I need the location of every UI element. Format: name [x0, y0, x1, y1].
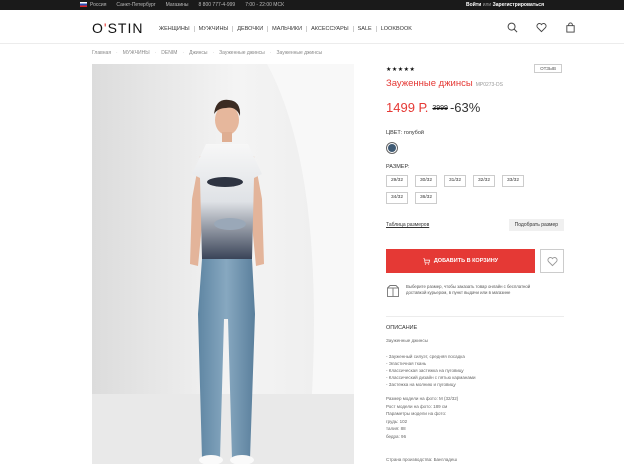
crumb-separator: · — [116, 50, 118, 56]
nav-item-sale[interactable]: SALE — [354, 26, 377, 32]
heart-icon[interactable] — [536, 22, 547, 33]
add-to-cart-button[interactable]: ДОБАВИТЬ В КОРЗИНУ — [386, 249, 535, 273]
divider — [386, 316, 564, 317]
size-option[interactable]: 32/32 — [473, 175, 495, 187]
crumb-skinny-jeans[interactable]: Зауженные джинсы — [219, 50, 265, 56]
list-item: - Классическая застежка на пуговицу — [386, 368, 464, 373]
model-params: Размер модели на фото: M (32/32) Рост мо… — [386, 395, 458, 440]
region-label: Россия — [90, 2, 107, 8]
brand-logo[interactable]: O'STIN — [92, 20, 143, 36]
country-of-origin: Страна производства: Бангладеш — [386, 457, 457, 462]
add-to-favorites-button[interactable] — [540, 249, 564, 273]
crumb-denim[interactable]: DENIM — [161, 50, 177, 56]
discount-label: -63% — [449, 100, 481, 115]
breadcrumb: Главная · МУЖЧИНЫ · DENIM · Джинсы · Зауженн… — [92, 50, 322, 56]
size-option[interactable]: 31/32 — [444, 175, 466, 187]
list-item: - Застежка на молнию и пуговицу — [386, 382, 456, 387]
top-bar: Россия Санкт-Петербург Магазины 8 800 77… — [0, 0, 624, 10]
stores-link[interactable]: Магазины — [166, 0, 189, 10]
crumb-current: Зауженные джинсы — [276, 50, 323, 56]
param-line: Параметры модели на фото: — [386, 411, 447, 416]
feature-list: - Зауженный силуэт, средняя посадка - Эл… — [386, 353, 475, 388]
rating-stars[interactable]: ★★★★★ — [386, 66, 415, 73]
price-block: 1499 Р. 3999 -63% — [386, 100, 480, 115]
old-price: 3999 — [432, 105, 448, 112]
add-to-cart-label: ДОБАВИТЬ В КОРЗИНУ — [433, 258, 499, 264]
color-label: ЦВЕТ: голубой — [386, 130, 424, 136]
list-item: - Зауженный силуэт, средняя посадка — [386, 354, 465, 359]
size-table-link[interactable]: Таблица размеров — [386, 222, 429, 228]
site-header: O'STIN ЖЕНЩИНЫ МУЖЧИНЫ ДЕВОЧКИ МАЛЬЧИКИ … — [0, 10, 624, 44]
city-selector[interactable]: Санкт-Петербург — [116, 0, 155, 10]
main-nav: ЖЕНЩИНЫ МУЖЧИНЫ ДЕВОЧКИ МАЛЬЧИКИ АКСЕССУ… — [155, 26, 416, 32]
param-line: Рост модели на фото: 189 см — [386, 403, 448, 409]
size-label: РАЗМЕР: — [386, 164, 410, 170]
region-selector[interactable]: Россия — [80, 0, 106, 10]
crumb-separator: · — [269, 50, 272, 56]
nav-item-boys[interactable]: МАЛЬЧИКИ — [268, 26, 308, 32]
product-name: Зауженные джинсы — [386, 78, 473, 89]
size-option[interactable]: 34/32 — [386, 192, 408, 204]
crumb-home[interactable]: Главная — [92, 50, 111, 56]
auth-links: Войти или Зарегистрироваться — [466, 0, 544, 10]
size-option[interactable]: 29/32 — [386, 175, 408, 187]
model-illustration — [92, 64, 354, 464]
logo-text: STIN — [107, 20, 144, 36]
login-link[interactable]: Войти — [466, 2, 481, 8]
param-line: Размер модели на фото: M (32/32) — [386, 396, 459, 401]
product-title: Зауженные джинсы MP0273-DS — [386, 78, 503, 89]
top-bar-left: Россия Санкт-Петербург Магазины 8 800 77… — [80, 0, 284, 10]
pick-size-button[interactable]: Подобрать размер — [508, 219, 564, 231]
work-hours: 7:00 - 22:00 МСК — [245, 2, 284, 8]
size-option[interactable]: 33/32 — [502, 175, 524, 187]
color-swatch[interactable] — [386, 142, 398, 154]
delivery-info: Выберите размер, чтобы заказать товар он… — [386, 284, 546, 298]
phone-number: 8 800 777-4-999 — [198, 2, 236, 8]
crumb-separator: · — [212, 50, 215, 56]
description-product-name: Зауженные джинсы — [386, 338, 428, 343]
nav-item-women[interactable]: ЖЕНЩИНЫ — [155, 26, 195, 32]
heart-icon — [546, 256, 558, 266]
crumb-separator: · — [182, 50, 185, 56]
search-icon[interactable] — [507, 22, 518, 33]
or-text: или — [482, 2, 492, 8]
nav-item-accessories[interactable]: АКСЕССУАРЫ — [307, 26, 354, 32]
delivery-info-text: Выберите размер, чтобы заказать товар он… — [406, 284, 531, 295]
nav-item-lookbook[interactable]: LOOKBOOK — [377, 26, 416, 32]
box-icon — [387, 285, 399, 297]
crumb-men[interactable]: МУЖЧИНЫ — [123, 50, 150, 56]
description-heading: ОПИСАНИЕ — [386, 325, 418, 331]
list-item: - Эластичная ткань — [386, 361, 427, 366]
crumb-jeans[interactable]: Джинсы — [189, 50, 207, 56]
cart-icon — [423, 257, 430, 265]
current-price: 1499 Р. — [386, 100, 429, 115]
bag-icon[interactable] — [565, 22, 576, 33]
param-line: бедра: 96 — [386, 433, 407, 439]
register-link[interactable]: Зарегистрироваться — [493, 2, 544, 8]
logo-letter: O — [92, 20, 104, 36]
param-line: грудь: 102 — [386, 418, 408, 424]
swatch-fill — [388, 144, 396, 152]
crumb-separator: · — [154, 50, 157, 56]
size-options: 29/32 30/32 31/32 32/32 33/32 34/32 36/3… — [386, 175, 536, 204]
list-item: - Классический дизайн с пятью карманами — [386, 375, 476, 380]
header-icons — [507, 22, 576, 33]
nav-item-girls[interactable]: ДЕВОЧКИ — [233, 26, 269, 32]
nav-item-men[interactable]: МУЖЧИНЫ — [195, 26, 234, 32]
product-photo[interactable] — [92, 64, 354, 464]
reviews-badge[interactable]: ОТЗЫВ — [534, 64, 562, 73]
size-option[interactable]: 36/32 — [415, 192, 437, 204]
size-option[interactable]: 30/32 — [415, 175, 437, 187]
flag-icon — [80, 2, 87, 8]
product-sku: MP0273-DS — [475, 82, 503, 88]
param-line: талия: 88 — [386, 426, 406, 431]
